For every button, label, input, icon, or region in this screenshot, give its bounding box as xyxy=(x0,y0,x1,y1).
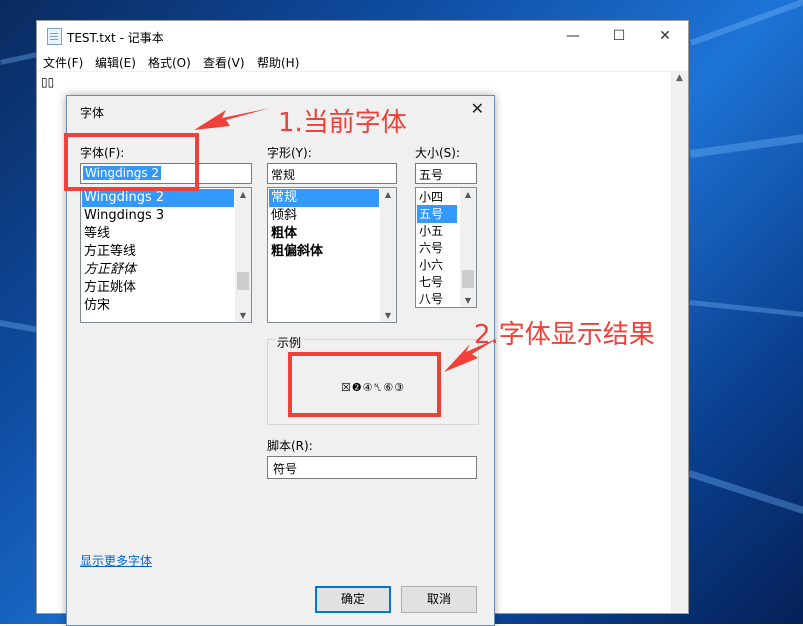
arrow-icon xyxy=(444,338,498,372)
annotation-arrows xyxy=(194,108,498,372)
arrow-icon xyxy=(194,108,270,130)
